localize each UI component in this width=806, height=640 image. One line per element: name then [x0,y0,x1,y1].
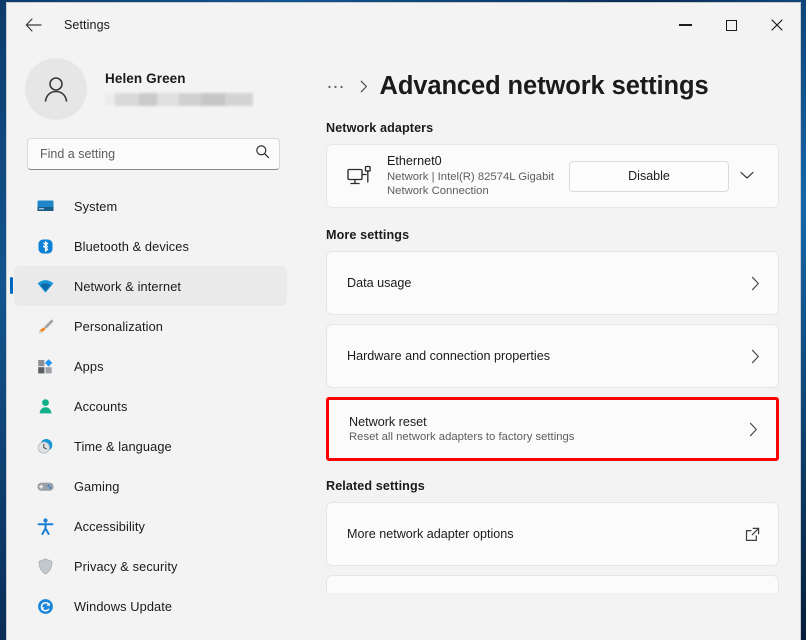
settings-row-network-reset[interactable]: Network reset Reset all network adapters… [326,397,779,461]
external-link-icon [738,527,760,542]
chevron-right-icon [738,276,760,291]
gamepad-icon [35,476,55,496]
row-title: More network adapter options [347,527,738,541]
window-body: Helen Green [7,47,800,640]
sidebar-item-label: Accounts [74,399,127,414]
window-controls [662,3,800,47]
sidebar-item-bluetooth-devices[interactable]: Bluetooth & devices [14,226,287,266]
maximize-button[interactable] [708,3,754,47]
settings-row-partial[interactable] [326,575,779,593]
breadcrumb: … Advanced network settings [326,47,800,101]
paintbrush-icon [35,316,55,336]
sidebar-item-network-internet[interactable]: Network & internet [14,266,287,306]
sidebar-item-label: System [74,199,117,214]
row-title: Network reset [349,415,736,429]
sidebar-item-accounts[interactable]: Accounts [14,386,287,426]
adapter-description: Network | Intel(R) 82574L Gigabit Networ… [387,170,569,198]
profile-name: Helen Green [105,71,253,86]
partially-visible-row-container [326,575,800,593]
accessibility-icon [35,516,55,536]
ethernet-icon [343,163,375,189]
maximize-icon [726,20,737,31]
search-icon[interactable] [255,144,270,164]
search-input[interactable] [40,147,255,161]
sidebar-item-label: Accessibility [74,519,145,534]
minimize-button[interactable] [662,3,708,47]
search-box[interactable] [27,138,280,170]
shield-icon [35,556,55,576]
sidebar-item-apps[interactable]: Apps [14,346,287,386]
clock-icon [35,436,55,456]
main-content: … Advanced network settings Network adap… [300,47,800,640]
settings-row-data-usage[interactable]: Data usage [326,251,779,315]
sidebar-item-label: Bluetooth & devices [74,239,189,254]
page-title: Advanced network settings [380,72,709,101]
back-button[interactable] [16,10,50,40]
minimize-icon [679,24,692,26]
chevron-right-icon [360,80,368,93]
sidebar-item-label: Network & internet [74,279,181,294]
disable-button[interactable]: Disable [569,161,729,192]
chevron-right-icon [738,349,760,364]
adapter-name: Ethernet0 [387,154,569,168]
sidebar-item-label: Gaming [74,479,119,494]
sidebar-item-label: Privacy & security [74,559,178,574]
adapter-expand-button[interactable] [729,167,765,185]
breadcrumb-overflow-button[interactable]: … [326,73,347,92]
settings-row-hardware-connection-properties[interactable]: Hardware and connection properties [326,324,779,388]
search-container [7,121,300,170]
sidebar-item-accessibility[interactable]: Accessibility [14,506,287,546]
sidebar: Helen Green [7,47,300,640]
profile-account-blurred [105,93,253,106]
sidebar-item-system[interactable]: System [14,186,287,226]
row-title: Hardware and connection properties [347,349,738,363]
row-title: Data usage [347,276,738,290]
avatar [25,58,87,120]
update-icon [35,596,55,616]
adapter-card-ethernet0: Ethernet0 Network | Intel(R) 82574L Giga… [326,144,779,208]
settings-row-more-network-adapter-options[interactable]: More network adapter options [326,502,779,566]
close-button[interactable] [754,3,800,47]
monitor-icon [35,196,55,216]
section-heading-network-adapters: Network adapters [326,121,800,135]
row-subtitle: Reset all network adapters to factory se… [349,431,736,443]
person-avatar-icon [39,72,73,106]
sidebar-item-gaming[interactable]: Gaming [14,466,287,506]
sidebar-item-label: Personalization [74,319,163,334]
sidebar-item-personalization[interactable]: Personalization [14,306,287,346]
sidebar-item-label: Windows Update [74,599,172,614]
wifi-icon [35,276,55,296]
sidebar-item-privacy-security[interactable]: Privacy & security [14,546,287,586]
sidebar-item-label: Apps [74,359,104,374]
close-icon [771,19,783,31]
chevron-down-icon [740,167,754,185]
back-arrow-icon [25,18,42,32]
section-heading-more-settings: More settings [326,228,800,242]
apps-icon [35,356,55,376]
section-heading-related-settings: Related settings [326,479,800,493]
sidebar-item-label: Time & language [74,439,172,454]
title-bar: Settings [7,3,800,47]
sidebar-nav: System Bluetooth & devices [7,186,300,640]
sidebar-item-windows-update[interactable]: Windows Update [14,586,287,626]
app-title: Settings [64,18,110,32]
person-icon [35,396,55,416]
sidebar-item-time-language[interactable]: Time & language [14,426,287,466]
bluetooth-icon [35,236,55,256]
chevron-right-icon [736,422,758,437]
settings-window: Settings [6,2,801,640]
user-profile[interactable]: Helen Green [7,47,300,121]
